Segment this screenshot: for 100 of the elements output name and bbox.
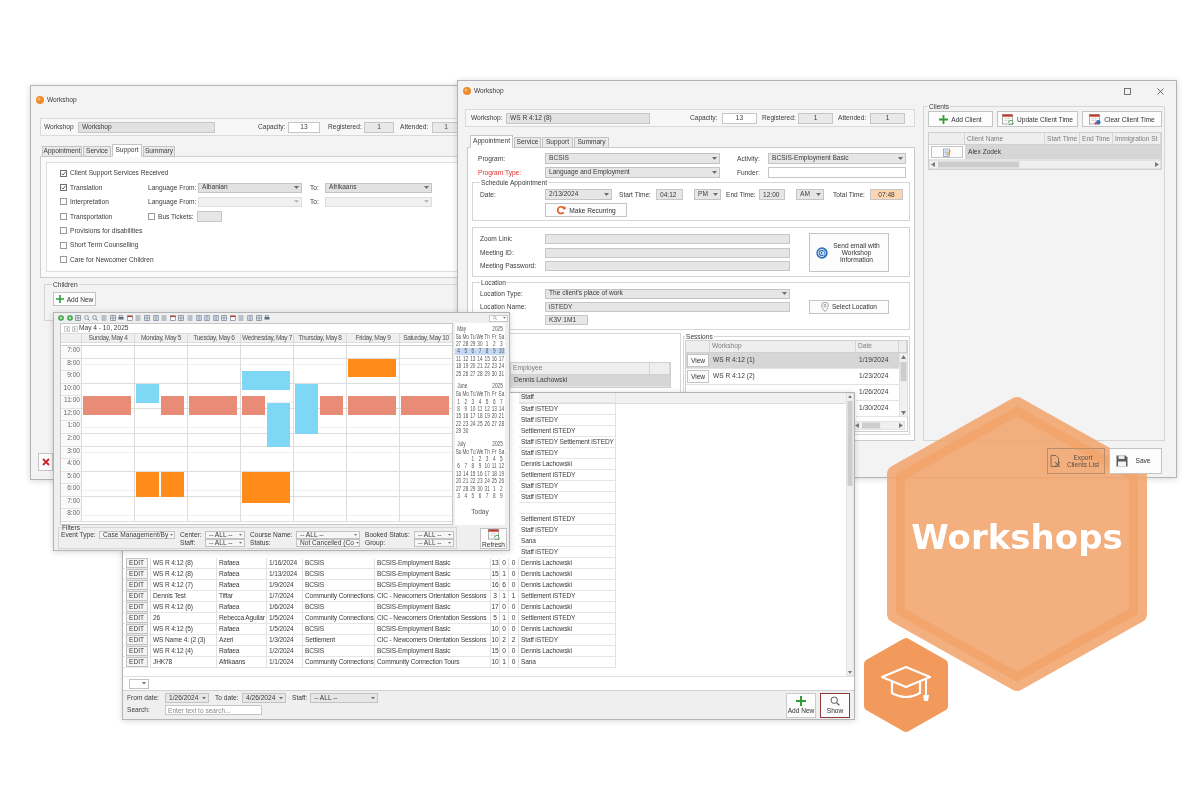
calendar-event[interactable]	[320, 396, 343, 416]
calendar-event[interactable]	[242, 396, 265, 416]
text-field[interactable]	[768, 167, 906, 178]
caret-icon	[503, 317, 506, 319]
checkbox[interactable]	[60, 184, 67, 192]
calendar-icon	[229, 315, 236, 321]
caret-icon	[424, 186, 429, 190]
list-icon	[238, 315, 245, 321]
zoom-icon	[92, 315, 99, 321]
caret-icon	[294, 186, 299, 190]
location-pin-icon	[820, 301, 829, 312]
scrollbar[interactable]	[853, 420, 905, 430]
caret-icon	[202, 696, 206, 700]
caret-icon	[424, 200, 429, 204]
logo-icon	[36, 95, 44, 104]
calendar-event[interactable]	[83, 396, 131, 416]
columns-icon	[152, 315, 159, 321]
calendar-event[interactable]	[348, 358, 396, 378]
columns-icon	[247, 315, 254, 321]
text-field[interactable]	[545, 247, 790, 258]
calendar-event[interactable]	[161, 396, 184, 416]
calendar-sync-icon	[487, 528, 500, 541]
grid-icon	[255, 315, 262, 321]
text-field[interactable]	[545, 234, 790, 245]
add-icon	[66, 315, 73, 321]
notepad-icon	[943, 147, 951, 157]
chevron-right-icon	[73, 326, 76, 331]
plus-icon	[796, 696, 806, 707]
caret-icon	[448, 542, 451, 544]
calendar-icon	[126, 315, 133, 321]
at-sign-icon	[815, 246, 828, 259]
chevron-left-icon	[65, 326, 69, 331]
close-button[interactable]	[38, 453, 53, 471]
calendar-event[interactable]	[189, 396, 237, 416]
logo-icon	[463, 87, 471, 95]
list-icon	[161, 315, 168, 321]
number-field[interactable]	[197, 210, 222, 222]
grid-icon	[109, 315, 116, 321]
next-button[interactable]	[71, 325, 78, 332]
add-icon	[58, 315, 64, 321]
caret-icon	[239, 534, 242, 536]
document-x-icon	[1050, 455, 1061, 467]
zoom-icon	[83, 315, 90, 321]
caret-icon	[355, 542, 359, 544]
scrollbar[interactable]	[929, 160, 1161, 170]
page-size-dropdown[interactable]	[129, 678, 149, 689]
grid-icon	[221, 315, 228, 321]
maximize-icon[interactable]	[1124, 87, 1131, 95]
caret-icon	[279, 696, 283, 700]
search-icon	[830, 696, 840, 707]
graduation-cap-icon	[862, 637, 950, 733]
grid-icon	[75, 315, 82, 321]
calendar-event[interactable]	[267, 402, 290, 447]
columns-icon	[195, 315, 202, 321]
list-icon	[100, 315, 107, 321]
caret-icon	[448, 534, 451, 536]
calendar-event[interactable]	[242, 471, 290, 504]
print-icon	[264, 315, 271, 321]
caret-icon	[170, 534, 174, 536]
list-icon	[135, 315, 142, 321]
calendar-event[interactable]	[136, 471, 159, 497]
close-icon	[41, 458, 50, 466]
calendar-icon	[169, 315, 176, 321]
text-field[interactable]	[545, 261, 790, 272]
close-icon[interactable]	[1157, 87, 1164, 95]
caret-icon	[239, 542, 242, 544]
calendar-remove-icon	[1089, 113, 1102, 126]
plus-icon	[55, 295, 64, 304]
zoom-icon	[493, 316, 497, 320]
checkbox[interactable]	[60, 169, 67, 177]
list-icon	[186, 315, 193, 321]
checkbox[interactable]	[148, 212, 155, 220]
calendar-event[interactable]	[136, 383, 159, 403]
edit-button[interactable]	[931, 146, 963, 159]
calendar-sync-icon	[1001, 113, 1014, 126]
checkbox[interactable]	[60, 256, 67, 264]
caret-icon	[604, 193, 609, 197]
calendar-event[interactable]	[161, 471, 184, 497]
caret-icon	[782, 292, 787, 295]
caret-icon	[354, 534, 357, 536]
scrollbar[interactable]	[846, 393, 854, 676]
scrollbar[interactable]	[899, 352, 908, 417]
checkbox[interactable]	[60, 241, 67, 249]
calendar-event[interactable]	[401, 396, 449, 416]
plus-icon	[939, 114, 949, 124]
caret-icon	[371, 696, 375, 700]
caret-icon	[898, 157, 903, 160]
previous-button[interactable]	[64, 325, 70, 332]
checkbox[interactable]	[60, 198, 67, 206]
badge-title: Workshops	[911, 517, 1123, 557]
caret-icon	[712, 157, 717, 160]
caret-icon	[816, 193, 821, 197]
caret-icon	[142, 682, 146, 685]
caret-icon	[294, 200, 299, 204]
caret-icon	[712, 171, 717, 174]
checkbox[interactable]	[60, 212, 67, 220]
zoom-dropdown[interactable]	[489, 314, 508, 322]
calendar-event[interactable]	[348, 396, 396, 416]
checkbox[interactable]	[60, 227, 67, 235]
grid-icon	[178, 315, 185, 321]
